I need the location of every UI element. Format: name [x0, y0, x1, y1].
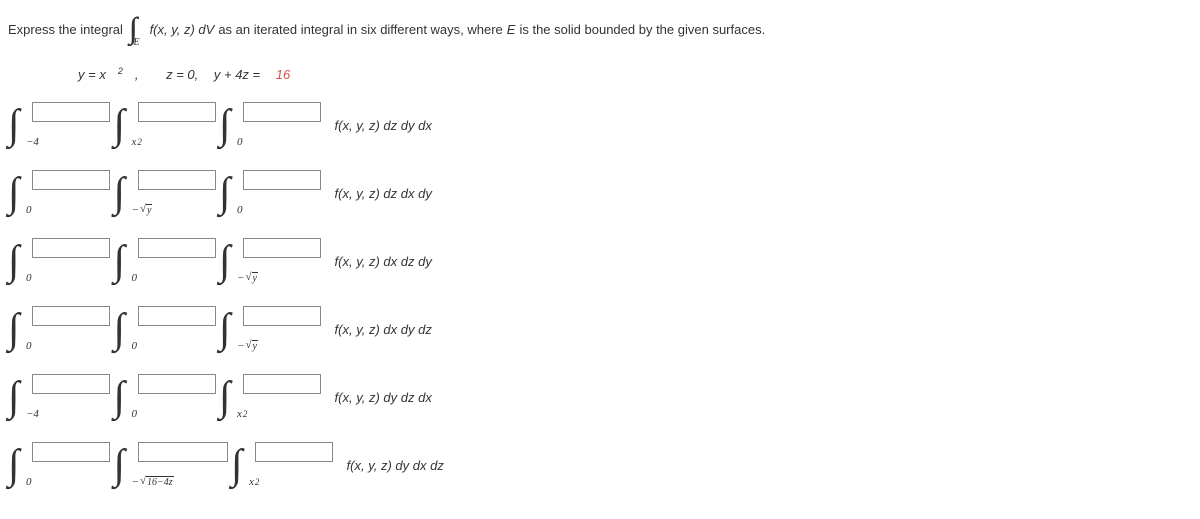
upper-limit-input[interactable] [32, 374, 110, 394]
integral-group: ∫0 [8, 444, 108, 486]
integral-group: ∫0 [8, 240, 108, 282]
region-letter: E [507, 22, 516, 37]
integral-sign-icon: ∫−y [219, 308, 231, 350]
upper-limit-input[interactable] [243, 102, 321, 122]
integrand-order: f(x, y, z) dz dy dx [335, 118, 432, 133]
integral-sign-icon: ∫0 [114, 308, 126, 350]
problem-statement: Express the integral ∫∫∫E f(x, y, z) dV … [8, 12, 1192, 46]
upper-limit-input[interactable] [32, 238, 110, 258]
upper-limit-input[interactable] [138, 306, 216, 326]
lower-limit: 0 [26, 205, 32, 216]
integral-group: ∫0 [114, 376, 214, 418]
integral-row: ∫0 ∫0 ∫−y f(x, y, z) dx dy dz [8, 308, 1192, 350]
integral-sign-icon: ∫−4 [8, 376, 20, 418]
integral-sign-icon: ∫x2 [114, 104, 126, 146]
integral-sign-icon: ∫0 [219, 104, 231, 146]
integral-row: ∫0 ∫0 ∫−y f(x, y, z) dx dz dy [8, 240, 1192, 282]
integral-sign-icon: ∫0 [8, 240, 20, 282]
integral-sign-icon: ∫0 [8, 172, 20, 214]
upper-limit-input[interactable] [243, 238, 321, 258]
integral-sign-icon: ∫0 [114, 376, 126, 418]
integrand-order: f(x, y, z) dz dx dy [335, 186, 432, 201]
integral-group: ∫x2 [219, 376, 319, 418]
integral-group: ∫0 [8, 308, 108, 350]
integral-rows: ∫−4 ∫x2 ∫0 f(x, y, z) dz dy dx ∫0 ∫−y ∫0 f(x, y… [8, 104, 1192, 486]
lower-limit: 0 [26, 341, 32, 352]
integral-sign-icon: ∫−16−4z [114, 444, 126, 486]
lower-limit: 0 [132, 409, 138, 420]
text-suffix: is the solid bounded by the given surfac… [519, 22, 765, 37]
integral-group: ∫0 [219, 104, 319, 146]
upper-limit-input[interactable] [243, 170, 321, 190]
integrand-order: f(x, y, z) dx dz dy [335, 254, 432, 269]
eq1: y = x2, [78, 67, 150, 82]
upper-limit-input[interactable] [138, 442, 228, 462]
lower-limit: −y [132, 204, 153, 216]
lower-limit: 0 [26, 477, 32, 488]
integral-group: ∫x2 [231, 444, 331, 486]
integral-sign-icon: ∫x2 [231, 444, 243, 486]
lower-limit: x2 [249, 477, 259, 488]
integral-sign-icon: ∫0 [219, 172, 231, 214]
integrand-order: f(x, y, z) dx dy dz [335, 322, 432, 337]
integral-sign-icon: ∫−y [114, 172, 126, 214]
integral-sign-icon: ∫x2 [219, 376, 231, 418]
upper-limit-input[interactable] [243, 374, 321, 394]
upper-limit-input[interactable] [138, 238, 216, 258]
lower-limit: 0 [237, 205, 243, 216]
integral-group: ∫−4 [8, 376, 108, 418]
upper-limit-input[interactable] [32, 306, 110, 326]
lower-limit: −y [237, 340, 258, 352]
lower-limit: x2 [132, 137, 142, 148]
eq3: y + 4z = 16 [214, 67, 302, 82]
lower-limit: x2 [237, 409, 247, 420]
integral-group: ∫0 [8, 172, 108, 214]
integral-row: ∫−4 ∫0 ∫x2 f(x, y, z) dy dz dx [8, 376, 1192, 418]
integral-sign-icon: ∫0 [8, 444, 20, 486]
integrand: f(x, y, z) dV [150, 22, 215, 37]
integral-row: ∫0 ∫−16−4z ∫x2 f(x, y, z) dy dx dz [8, 444, 1192, 486]
integral-group: ∫−y [219, 308, 319, 350]
upper-limit-input[interactable] [32, 170, 110, 190]
lower-limit: 0 [132, 341, 138, 352]
lower-limit: 0 [132, 273, 138, 284]
integrand-order: f(x, y, z) dy dz dx [335, 390, 432, 405]
integrand-order: f(x, y, z) dy dx dz [347, 458, 444, 473]
text-prefix: Express the integral [8, 22, 123, 37]
integral-row: ∫0 ∫−y ∫0 f(x, y, z) dz dx dy [8, 172, 1192, 214]
text-middle: as an iterated integral in six different… [218, 22, 502, 37]
integral-group: ∫0 [114, 308, 214, 350]
integral-group: ∫−y [219, 240, 319, 282]
surface-equations: y = x2, z = 0, y + 4z = 16 [78, 66, 1192, 82]
integral-sign-icon: ∫−4 [8, 104, 20, 146]
lower-limit: −16−4z [132, 476, 174, 488]
lower-limit: −4 [26, 409, 39, 420]
upper-limit-input[interactable] [32, 442, 110, 462]
integral-group: ∫−y [114, 172, 214, 214]
integral-sign-icon: ∫−y [219, 240, 231, 282]
integral-group: ∫0 [114, 240, 214, 282]
integral-sign-icon: ∫0 [8, 308, 20, 350]
upper-limit-input[interactable] [138, 102, 216, 122]
eq2: z = 0, [166, 67, 198, 82]
lower-limit: 0 [26, 273, 32, 284]
lower-limit: 0 [237, 137, 243, 148]
integral-group: ∫0 [219, 172, 319, 214]
integral-group: ∫−4 [8, 104, 108, 146]
upper-limit-input[interactable] [255, 442, 333, 462]
lower-limit: −y [237, 272, 258, 284]
upper-limit-input[interactable] [243, 306, 321, 326]
triple-integral-icon: ∫∫∫E [129, 12, 130, 46]
upper-limit-input[interactable] [32, 102, 110, 122]
upper-limit-input[interactable] [138, 374, 216, 394]
lower-limit: −4 [26, 137, 39, 148]
integral-group: ∫−16−4z [114, 444, 226, 486]
integral-group: ∫x2 [114, 104, 214, 146]
integral-sign-icon: ∫0 [114, 240, 126, 282]
integral-row: ∫−4 ∫x2 ∫0 f(x, y, z) dz dy dx [8, 104, 1192, 146]
upper-limit-input[interactable] [138, 170, 216, 190]
